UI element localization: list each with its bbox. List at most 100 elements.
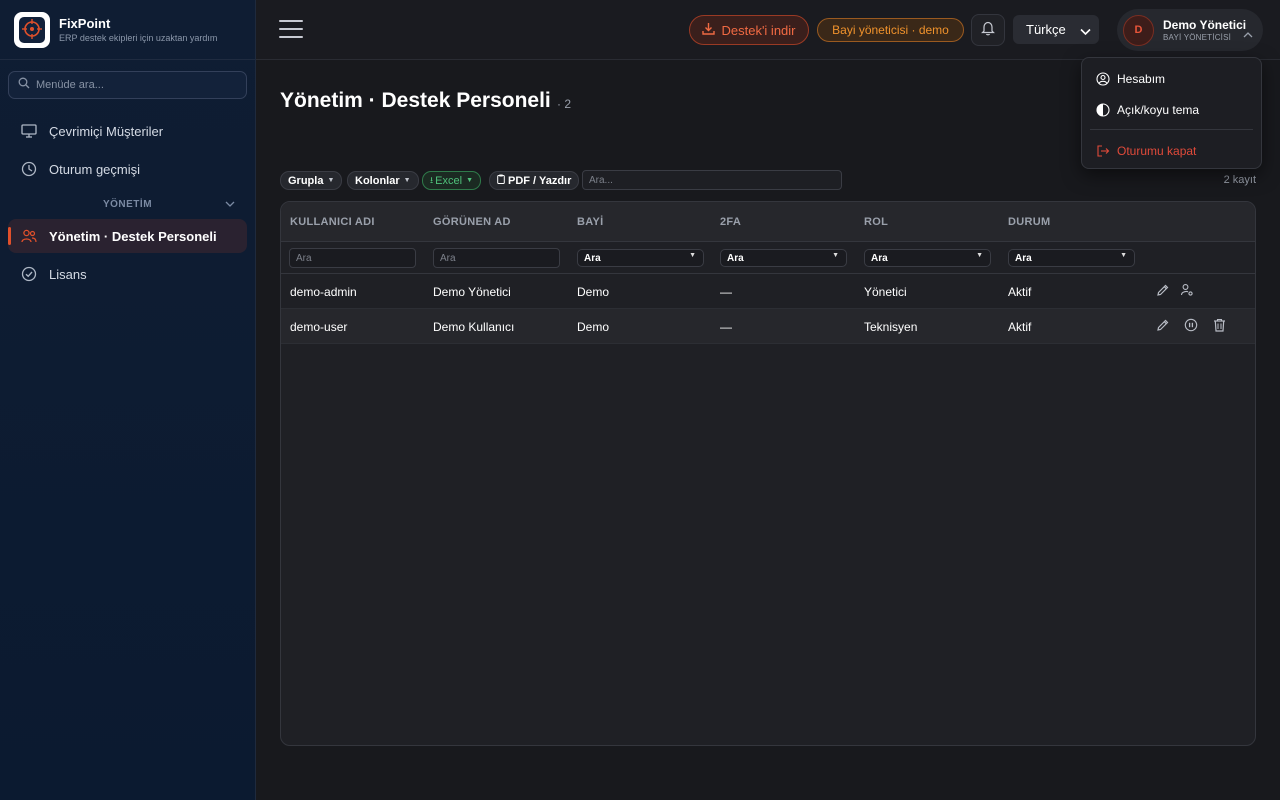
edit-button[interactable] <box>1155 283 1171 299</box>
menu-search <box>8 71 247 99</box>
column-header-status[interactable]: DURUM <box>1008 216 1050 228</box>
menu-item-logout[interactable]: Oturumu kapat <box>1095 142 1196 160</box>
clipboard-icon <box>497 174 505 187</box>
cell-dealer: Demo <box>577 320 610 334</box>
logout-icon <box>1095 144 1110 159</box>
caret-down-icon: ▼ <box>1120 252 1127 259</box>
menu-item-label: Oturumu kapat <box>1117 144 1197 158</box>
grid-search-input[interactable] <box>582 170 842 190</box>
sidebar-item-license[interactable]: Lisans <box>8 257 247 291</box>
table-row[interactable]: demo-admin Demo Yönetici Demo — Yönetici… <box>281 274 1255 309</box>
user-settings-button[interactable] <box>1179 283 1195 299</box>
caret-down-icon: ▼ <box>832 252 839 259</box>
sidebar-item-online-customers[interactable]: Çevrimiçi Müşteriler <box>8 114 247 148</box>
filter-username-input[interactable] <box>289 248 416 268</box>
fixpoint-logo[interactable] <box>14 11 50 48</box>
section-label: YÖNETİM <box>102 199 153 210</box>
cell-2fa: — <box>720 320 732 334</box>
menu-item-account[interactable]: Hesabım <box>1095 70 1165 88</box>
page-title: Yönetim · Destek Personeli <box>280 89 551 112</box>
filter-row: Ara ▼ Ara ▼ Ara ▼ Ara ▼ <box>281 242 1255 274</box>
page-count: · 2 <box>557 97 572 111</box>
menu-item-theme[interactable]: Açık/koyu tema <box>1095 101 1199 119</box>
cell-username: demo-user <box>290 320 348 334</box>
language-value: Türkçe <box>1026 22 1066 37</box>
staff-table: KULLANICI ADI GÖRÜNEN AD BAYİ 2FA ROL DU… <box>280 201 1256 746</box>
filter-dealer-select[interactable]: Ara ▼ <box>577 249 704 267</box>
sidebar-item-label: Lisans <box>49 266 87 282</box>
caret-down-icon: ▼ <box>327 177 335 184</box>
menu-search-input[interactable] <box>36 79 236 91</box>
group-button[interactable]: Grupla ▼ <box>280 171 343 190</box>
edit-button[interactable] <box>1155 318 1171 334</box>
menu-item-label: Hesabım <box>1117 72 1166 86</box>
cell-role: Yönetici <box>864 285 907 299</box>
chevron-up-icon <box>1243 25 1253 43</box>
pdf-label: PDF / Yazdır <box>508 174 572 187</box>
filter-role-select[interactable]: Ara ▼ <box>864 249 991 267</box>
menu-divider <box>1090 129 1253 130</box>
clock-icon <box>21 161 37 177</box>
column-header-2fa[interactable]: 2FA <box>720 216 741 228</box>
excel-label: Excel <box>435 174 463 187</box>
filter-status-select[interactable]: Ara ▼ <box>1008 249 1135 267</box>
filter-value: Ara <box>871 252 888 264</box>
column-header-dealer[interactable]: BAYİ <box>577 216 603 228</box>
brand: FixPoint ERP destek ekipleri için uzakta… <box>0 0 255 60</box>
notifications-button[interactable] <box>971 14 1005 46</box>
caret-down-icon: ▼ <box>689 252 696 259</box>
trash-icon <box>1213 318 1226 335</box>
columns-label: Kolonlar <box>355 174 400 187</box>
avatar: D <box>1123 14 1154 46</box>
cell-status: Aktif <box>1008 320 1032 334</box>
caret-down-icon: ▼ <box>466 177 473 184</box>
column-header-role[interactable]: ROL <box>864 216 888 228</box>
brand-name: FixPoint <box>59 16 111 31</box>
role-badge: Bayi yöneticisi · demo <box>817 18 964 42</box>
menu-item-label: Açık/koyu tema <box>1117 103 1200 117</box>
brand-subtitle: ERP destek ekipleri için uzaktan yardım <box>59 33 218 43</box>
filter-value: Ara <box>584 252 601 264</box>
pencil-icon <box>1156 318 1170 335</box>
record-count: 2 kayıt <box>1223 174 1256 186</box>
pdf-print-button[interactable]: PDF / Yazdır <box>489 171 580 190</box>
column-header-display-name[interactable]: GÖRÜNEN AD <box>433 216 511 228</box>
user-menu-button[interactable]: D Demo Yönetici BAYİ YÖNETİCİSİ <box>1117 9 1263 51</box>
user-circle-icon <box>1095 72 1110 87</box>
download-support-button[interactable]: Destek'i indir <box>689 15 809 45</box>
user-cog-icon <box>1180 283 1194 300</box>
caret-down-icon: ▼ <box>976 252 983 259</box>
column-header-username[interactable]: KULLANICI ADI <box>290 216 375 228</box>
section-toggle-management[interactable]: YÖNETİM <box>8 199 247 213</box>
language-select[interactable]: Türkçe <box>1013 15 1099 44</box>
filter-2fa-select[interactable]: Ara ▼ <box>720 249 847 267</box>
table-row[interactable]: demo-user Demo Kullanıcı Demo — Teknisye… <box>281 309 1255 344</box>
bell-icon <box>981 20 995 41</box>
check-circle-icon <box>21 266 37 282</box>
cell-2fa: — <box>720 285 732 299</box>
table-header: KULLANICI ADI GÖRÜNEN AD BAYİ 2FA ROL DU… <box>281 202 1255 242</box>
download-label: Destek'i indir <box>721 22 796 38</box>
sidebar-item-session-history[interactable]: Oturum geçmişi <box>8 152 247 186</box>
filter-display-name-input[interactable] <box>433 248 560 268</box>
pencil-icon <box>1156 283 1170 300</box>
topbar: Destek'i indir Bayi yöneticisi · demo Tü… <box>256 0 1280 60</box>
download-icon: ⭳ <box>430 174 434 185</box>
cell-status: Aktif <box>1008 285 1032 299</box>
columns-button[interactable]: Kolonlar ▼ <box>347 171 419 190</box>
users-icon <box>21 228 37 244</box>
delete-button[interactable] <box>1211 318 1227 334</box>
excel-export-button[interactable]: ⭳ Excel ▼ <box>422 171 481 190</box>
sidebar-item-label: Yönetim · Destek Personeli <box>49 228 217 244</box>
filter-value: Ara <box>1015 252 1032 264</box>
cell-username: demo-admin <box>290 285 357 299</box>
suspend-button[interactable] <box>1183 318 1199 334</box>
chevron-down-icon <box>225 200 235 211</box>
pause-circle-icon <box>1184 318 1198 335</box>
user-dropdown-menu: Hesabım Açık/koyu tema Oturumu kapat <box>1081 57 1262 169</box>
sidebar-item-support-staff[interactable]: Yönetim · Destek Personeli <box>8 219 247 253</box>
group-label: Grupla <box>288 174 324 187</box>
menu-toggle-button[interactable] <box>279 20 303 40</box>
row-actions <box>1155 318 1239 334</box>
chevron-down-icon <box>1080 24 1091 39</box>
